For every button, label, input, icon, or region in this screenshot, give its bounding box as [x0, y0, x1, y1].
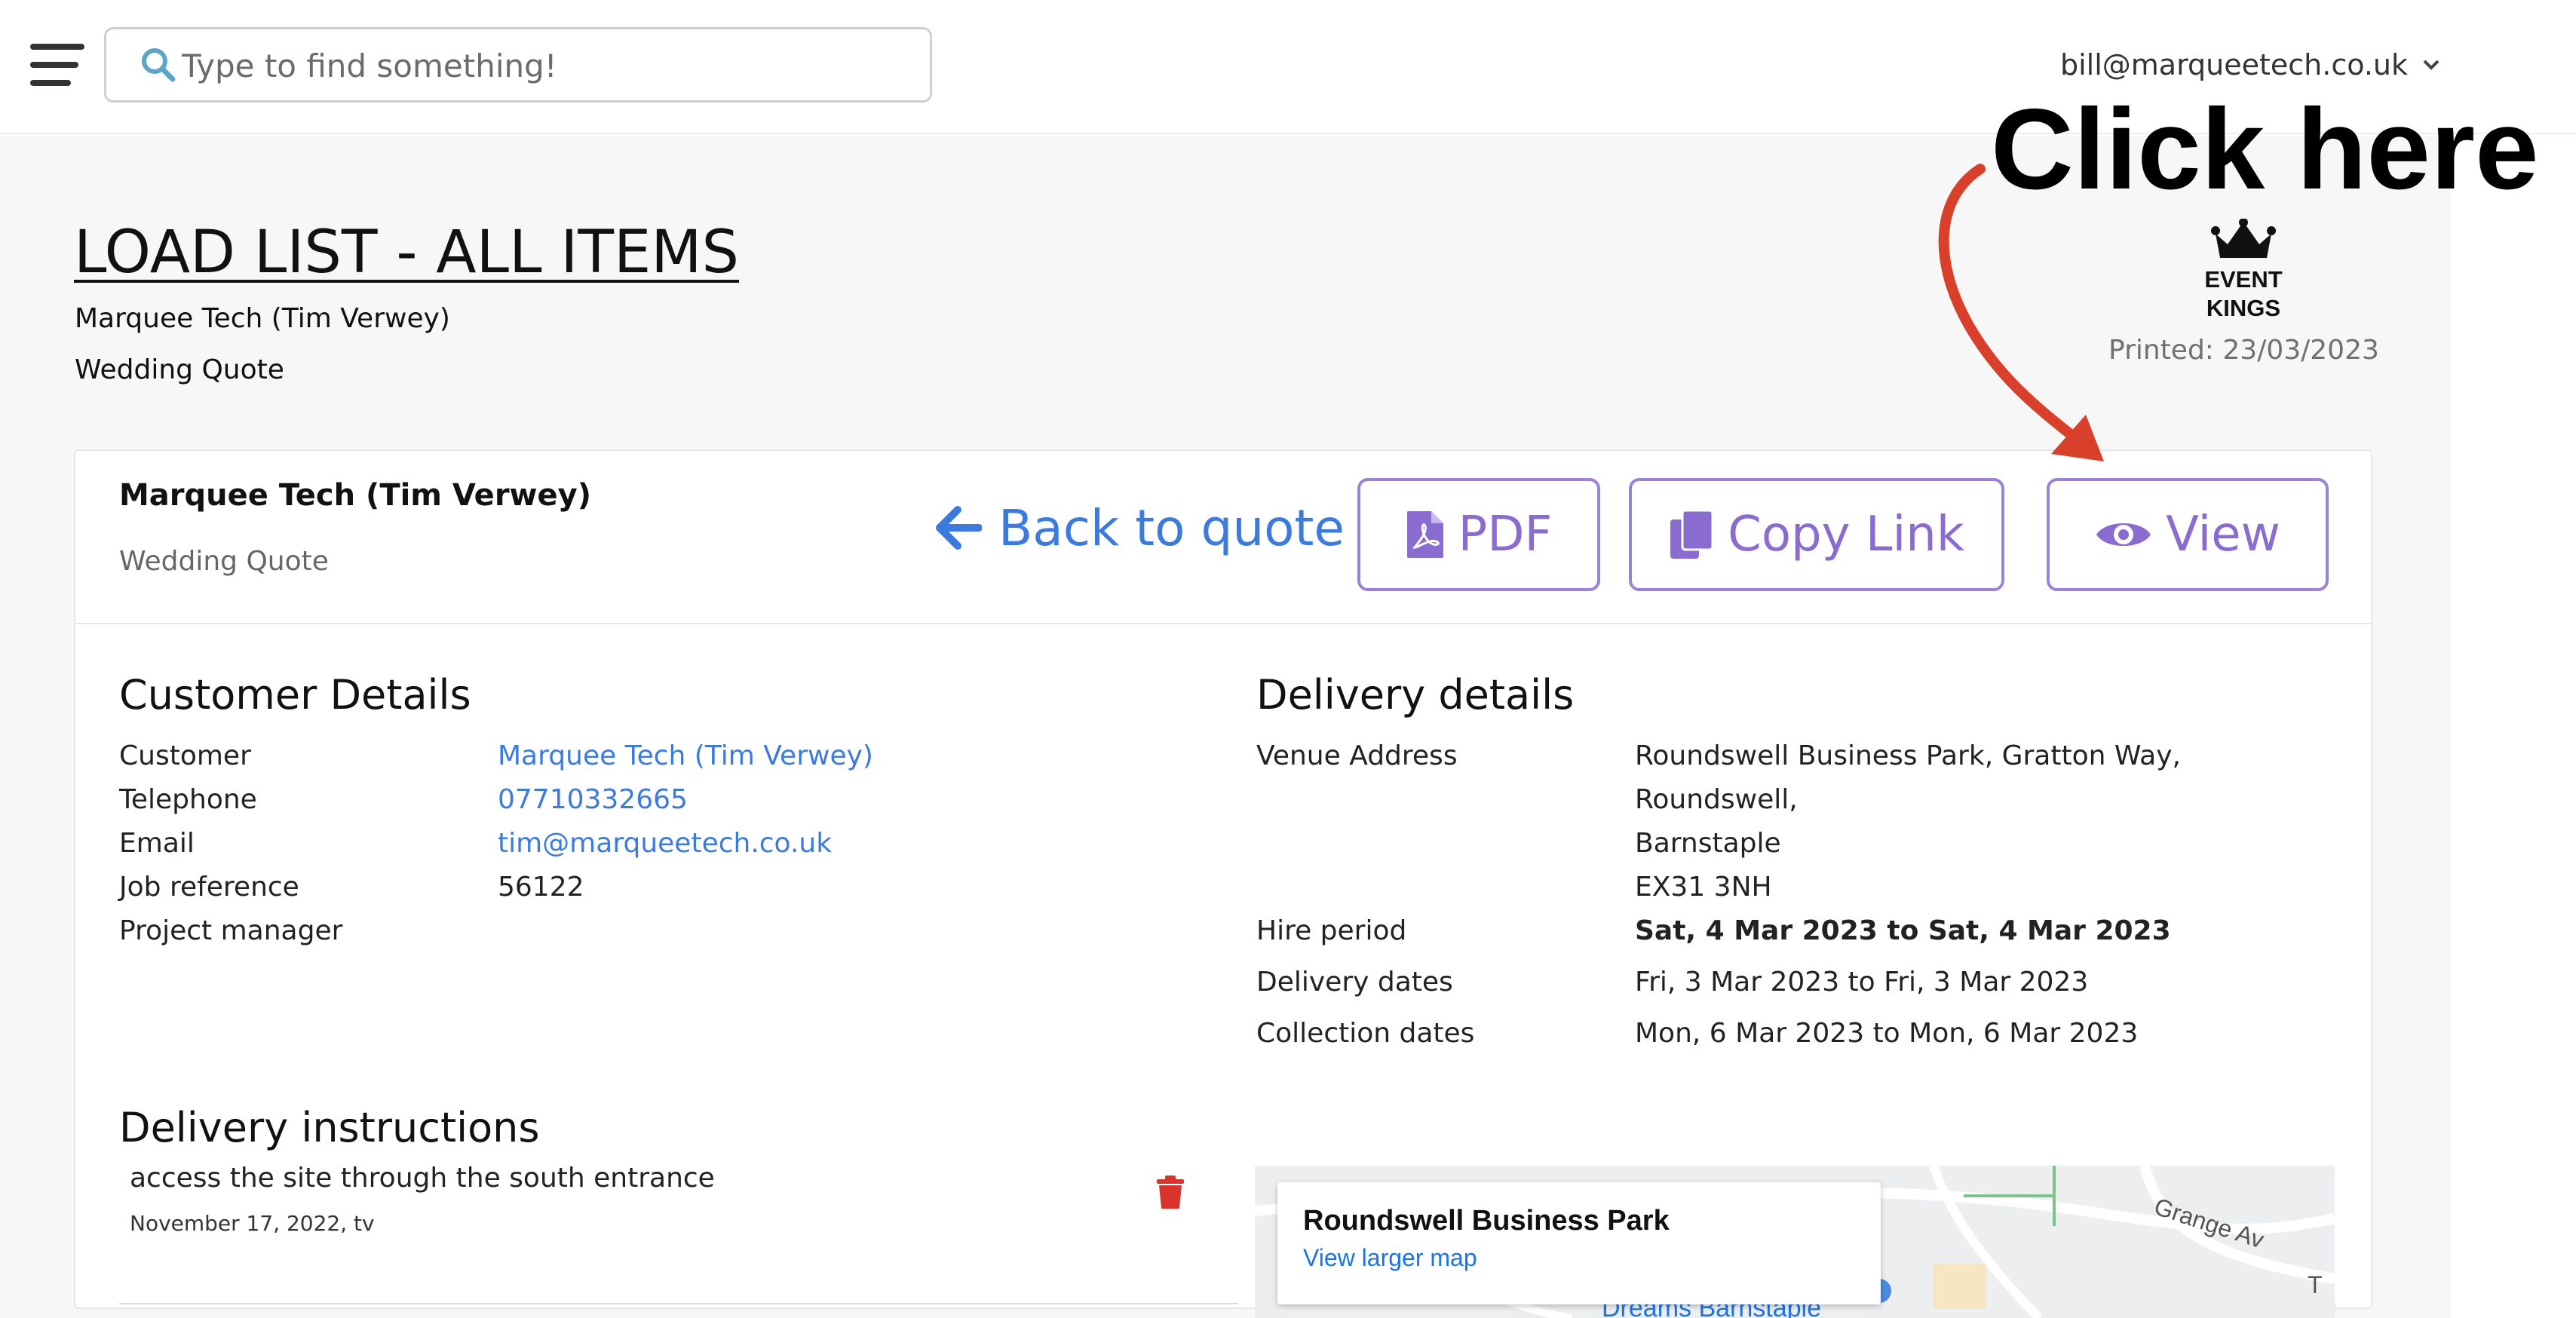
- arrow-left-icon: [936, 506, 982, 550]
- trash-icon[interactable]: [1155, 1175, 1185, 1209]
- customer-link[interactable]: Marquee Tech (Tim Verwey): [498, 740, 873, 771]
- map-place-title: Roundswell Business Park: [1303, 1205, 1670, 1237]
- page-right-margin: [2451, 136, 2576, 1318]
- instruction-text: access the site through the south entran…: [130, 1163, 715, 1194]
- search-icon: [142, 48, 176, 82]
- delivery-dates-label: Delivery dates: [1256, 967, 1453, 998]
- job-reference-value: 56122: [498, 872, 584, 903]
- search-box[interactable]: [104, 27, 932, 103]
- telephone-label: Telephone: [119, 784, 257, 815]
- crown-icon: [2211, 219, 2276, 258]
- card-company: Marquee Tech (Tim Verwey): [119, 478, 591, 513]
- map-info-card: Roundswell Business Park View larger map: [1277, 1182, 1881, 1304]
- pdf-button-label: PDF: [1458, 507, 1553, 562]
- copy-link-button[interactable]: Copy Link: [1629, 478, 2004, 591]
- customer-details-title: Customer Details: [119, 671, 471, 719]
- venue-address-line: EX31 3NH: [1635, 872, 1772, 903]
- back-to-quote-label: Back to quote: [998, 498, 1345, 557]
- hamburger-menu-icon[interactable]: [30, 44, 84, 86]
- customer-label: Customer: [119, 740, 251, 771]
- chevron-down-icon: [2423, 60, 2440, 70]
- copy-link-button-label: Copy Link: [1728, 507, 1964, 562]
- collection-dates-value: Mon, 6 Mar 2023 to Mon, 6 Mar 2023: [1635, 1018, 2139, 1049]
- annotation-arrow-icon: [1938, 164, 2104, 461]
- venue-address-line: Roundswell Business Park, Gratton Way,: [1635, 740, 2181, 771]
- hire-period-value: Sat, 4 Mar 2023 to Sat, 4 Mar 2023: [1635, 915, 2171, 946]
- delivery-dates-value: Fri, 3 Mar 2023 to Fri, 3 Mar 2023: [1635, 967, 2089, 998]
- telephone-link[interactable]: 07710332665: [498, 784, 688, 815]
- email-label: Email: [119, 828, 195, 859]
- printed-date: Printed: 23/03/2023: [2108, 335, 2379, 366]
- delivery-instructions-title: Delivery instructions: [119, 1104, 540, 1151]
- map-edge-label: T: [2308, 1271, 2323, 1298]
- email-link[interactable]: tim@marqueetech.co.uk: [498, 828, 832, 859]
- user-menu[interactable]: bill@marqueetech.co.uk: [2060, 44, 2440, 86]
- view-button-label: View: [2166, 507, 2280, 562]
- copy-icon: [1670, 509, 1714, 559]
- logo-line-2: KINGS: [2206, 295, 2281, 321]
- venue-map[interactable]: Grange Av T Dreams Barnstaple Roundswell…: [1255, 1166, 2335, 1318]
- instructions-divider: [119, 1303, 1238, 1304]
- project-manager-label: Project manager: [119, 915, 343, 946]
- page-company: Marquee Tech (Tim Verwey): [75, 303, 450, 334]
- page-quote-name: Wedding Quote: [75, 354, 284, 385]
- card-quote-name: Wedding Quote: [119, 546, 329, 577]
- back-to-quote-link[interactable]: Back to quote: [934, 492, 1345, 564]
- venue-address-line: Barnstaple: [1635, 828, 1781, 859]
- instruction-meta: November 17, 2022, tv: [130, 1211, 375, 1236]
- hire-period-label: Hire period: [1256, 915, 1407, 946]
- view-larger-map-link[interactable]: View larger map: [1303, 1244, 1477, 1272]
- eye-icon: [2096, 523, 2151, 546]
- collection-dates-label: Collection dates: [1256, 1018, 1475, 1049]
- venue-address-line: Roundswell,: [1635, 784, 1798, 815]
- user-email: bill@marqueetech.co.uk: [2060, 48, 2408, 81]
- delivery-details-title: Delivery details: [1256, 671, 1575, 719]
- file-pdf-icon: [1406, 511, 1443, 558]
- pdf-button[interactable]: PDF: [1357, 478, 1600, 591]
- search-input[interactable]: [182, 40, 906, 91]
- view-button[interactable]: View: [2047, 478, 2329, 591]
- page-title: LOAD LIST - ALL ITEMS: [74, 219, 740, 287]
- venue-address-label: Venue Address: [1256, 740, 1458, 771]
- logo-line-1: EVENT: [2204, 266, 2283, 293]
- job-reference-label: Job reference: [119, 872, 299, 903]
- company-logo: EVENT KINGS: [2179, 219, 2308, 323]
